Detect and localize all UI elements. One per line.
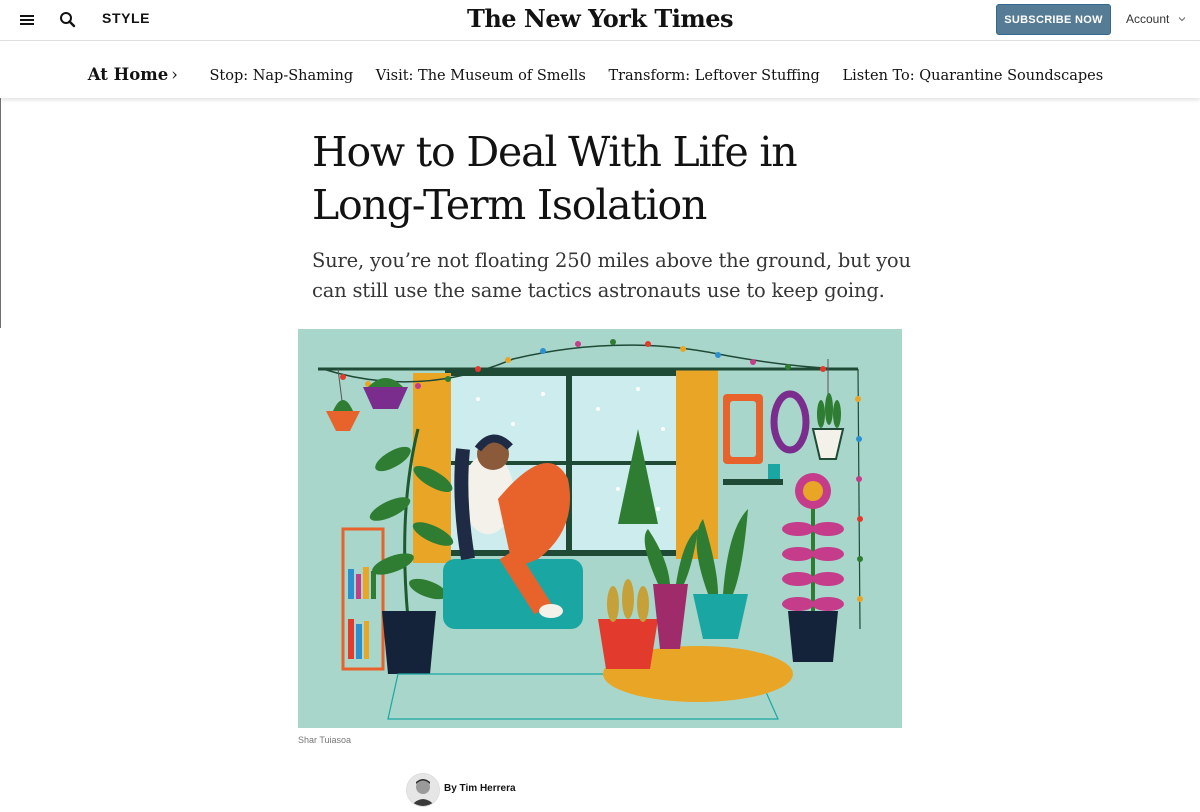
article-summary: Sure, you’re not floating 250 miles abov… [312, 249, 911, 302]
account-menu[interactable]: Account [1126, 12, 1186, 26]
article-illustration [298, 329, 902, 728]
nav-item-quarantine-soundscapes[interactable]: Listen To: Quarantine Soundscapes [842, 68, 1103, 84]
author-link[interactable]: By Tim Herrera [444, 783, 516, 794]
at-home-link[interactable]: At Home › [88, 65, 178, 84]
top-bar: STYLE The New York Times SUBSCRIBE NOW A… [0, 0, 1200, 41]
nav-item-nap-shaming[interactable]: Stop: Nap-Shaming [209, 68, 353, 84]
article-headline: How to Deal With Life in Long-Term Isola… [312, 128, 798, 229]
subscribe-button[interactable]: SUBSCRIBE NOW [996, 4, 1111, 35]
window-edge [0, 98, 1, 328]
at-home-label: At Home [87, 65, 169, 84]
nav-item-leftover-stuffing[interactable]: Transform: Leftover Stuffing [608, 68, 819, 84]
nav-item-museum-of-smells[interactable]: Visit: The Museum of Smells [376, 68, 586, 84]
image-credit: Shar Tuiasoa [298, 735, 352, 745]
account-label: Account [1126, 12, 1170, 26]
illustration-room-scene [318, 339, 863, 720]
chevron-right-icon: › [171, 65, 178, 84]
chevron-down-icon [1178, 12, 1186, 22]
author-avatar[interactable] [406, 773, 440, 807]
at-home-nav: At Home › Stop: Nap-Shaming Visit: The Mu… [0, 41, 1200, 98]
